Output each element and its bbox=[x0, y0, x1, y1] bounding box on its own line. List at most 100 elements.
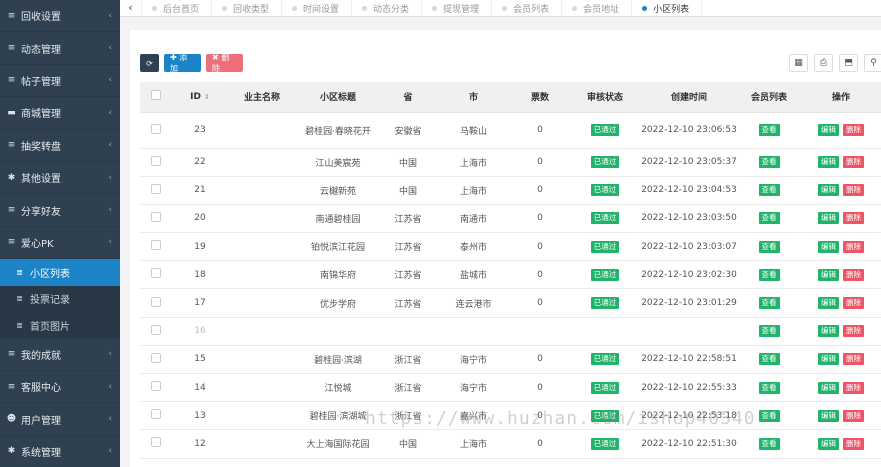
edit-button[interactable]: 编辑 bbox=[818, 409, 839, 422]
tab-item[interactable]: 提现管理 bbox=[422, 0, 493, 16]
tab-item[interactable]: 动态分类 bbox=[352, 0, 423, 16]
columns-icon[interactable]: ▦ bbox=[789, 54, 808, 72]
cell-status: 已通过 bbox=[569, 176, 641, 204]
view-members-button[interactable]: 查看 bbox=[758, 184, 780, 197]
view-members-button[interactable]: 查看 bbox=[758, 268, 780, 281]
row-checkbox[interactable] bbox=[151, 268, 161, 279]
edit-button[interactable]: 编辑 bbox=[818, 297, 839, 310]
view-members-button[interactable]: 查看 bbox=[758, 353, 780, 366]
column-header[interactable]: ID ⇕ bbox=[172, 82, 228, 113]
row-checkbox[interactable] bbox=[151, 155, 161, 166]
column-header-label: 市 bbox=[468, 93, 478, 104]
sidebar-item[interactable]: ≡ 回收设置 ‹ bbox=[0, 0, 120, 33]
delete-row-button[interactable]: 删除 bbox=[843, 212, 864, 225]
view-members-button[interactable]: 查看 bbox=[758, 437, 780, 450]
sidebar-item[interactable]: ☻ 用户管理 ‹ bbox=[0, 403, 120, 436]
delete-button[interactable]: ✖ 删除 bbox=[206, 53, 243, 73]
sidebar-item[interactable]: ≡ 帖子管理 ‹ bbox=[0, 65, 120, 98]
chevron-left-icon: ‹ bbox=[108, 237, 112, 248]
sidebar-item[interactable]: ✱ 其他设置 ‹ bbox=[0, 162, 120, 195]
row-checkbox[interactable] bbox=[151, 211, 161, 222]
edit-button[interactable]: 编辑 bbox=[818, 124, 839, 136]
row-checkbox[interactable] bbox=[151, 123, 161, 134]
tab-item[interactable]: 会员列表 bbox=[492, 0, 563, 16]
view-members-button[interactable]: 查看 bbox=[758, 240, 780, 253]
cell-votes: 0 bbox=[537, 354, 543, 365]
sidebar-item[interactable]: ≡ 动态管理 ‹ bbox=[0, 32, 120, 65]
delete-row-button[interactable]: 删除 bbox=[843, 437, 864, 450]
delete-row-button[interactable]: 删除 bbox=[843, 353, 864, 366]
view-members-button[interactable]: 查看 bbox=[758, 156, 780, 169]
row-checkbox[interactable] bbox=[151, 352, 161, 363]
sort-icon[interactable]: ⇕ bbox=[204, 93, 210, 101]
table-tools: ▦ ⎙ ⬒ ⚲ bbox=[789, 54, 881, 72]
view-members-button[interactable]: 查看 bbox=[758, 409, 780, 422]
sidebar-item[interactable]: ≡ 客服中心 ‹ bbox=[0, 371, 120, 404]
chevron-left-icon: ‹ bbox=[108, 43, 112, 54]
delete-row-button[interactable]: 删除 bbox=[843, 381, 864, 394]
column-header: 市 bbox=[436, 82, 511, 113]
row-checkbox[interactable] bbox=[151, 409, 161, 420]
tab-item[interactable]: 回收类型 bbox=[212, 0, 283, 16]
row-checkbox-cell bbox=[140, 261, 172, 289]
select-all-checkbox[interactable] bbox=[151, 90, 161, 101]
edit-button[interactable]: 编辑 bbox=[818, 437, 839, 450]
tab-item[interactable]: 后台首页 bbox=[142, 0, 213, 16]
cell-id: 20 bbox=[194, 213, 206, 224]
view-members-button[interactable]: 查看 bbox=[758, 124, 780, 136]
edit-button[interactable]: 编辑 bbox=[818, 325, 839, 338]
sidebar-subitem[interactable]: ≣ 首页图片 bbox=[0, 312, 120, 339]
sidebar-item[interactable]: ≡ 抽奖转盘 ‹ bbox=[0, 130, 120, 162]
edit-button[interactable]: 编辑 bbox=[818, 240, 839, 253]
edit-button[interactable]: 编辑 bbox=[818, 156, 839, 169]
delete-row-button[interactable]: 删除 bbox=[843, 409, 864, 422]
list-icon: ≣ bbox=[16, 294, 23, 304]
cell-id: 17 bbox=[194, 298, 206, 309]
delete-row-button[interactable]: 删除 bbox=[843, 156, 864, 169]
users-icon: ☻ bbox=[6, 414, 17, 425]
refresh-button[interactable]: ⟳ bbox=[140, 54, 159, 72]
row-checkbox[interactable] bbox=[151, 296, 161, 307]
row-checkbox[interactable] bbox=[151, 240, 161, 251]
edit-button[interactable]: 编辑 bbox=[818, 381, 839, 394]
cell-votes: 0 bbox=[537, 241, 543, 252]
cell-status: 已通过 bbox=[569, 430, 641, 458]
view-members-button[interactable]: 查看 bbox=[758, 325, 780, 338]
sidebar-item[interactable]: ≡ 我的成就 ‹ bbox=[0, 339, 120, 372]
row-checkbox[interactable] bbox=[151, 381, 161, 392]
delete-row-button[interactable]: 删除 bbox=[843, 297, 864, 310]
cell-province: 江苏省 bbox=[394, 243, 422, 254]
sidebar-item[interactable]: ✱ 系统管理 ‹ bbox=[0, 436, 120, 467]
print-icon[interactable]: ⎙ bbox=[814, 54, 833, 72]
tab-item[interactable]: 会员地址 bbox=[562, 0, 633, 16]
row-checkbox[interactable] bbox=[151, 324, 161, 335]
delete-row-button[interactable]: 删除 bbox=[843, 124, 864, 136]
sidebar-subitem[interactable]: ≣ 投票记录 bbox=[0, 285, 120, 313]
view-members-button[interactable]: 查看 bbox=[758, 381, 780, 394]
edit-button[interactable]: 编辑 bbox=[818, 268, 839, 281]
view-members-button[interactable]: 查看 bbox=[758, 297, 780, 310]
delete-row-button[interactable]: 删除 bbox=[843, 268, 864, 281]
tab-back-button[interactable]: ‹ bbox=[120, 0, 142, 16]
edit-button[interactable]: 编辑 bbox=[818, 212, 839, 225]
tab-item[interactable]: 小区列表 bbox=[632, 0, 703, 16]
edit-button[interactable]: 编辑 bbox=[818, 184, 839, 197]
delete-row-button[interactable]: 删除 bbox=[843, 240, 864, 253]
cell-actions: 编辑 删除 bbox=[801, 261, 881, 289]
sidebar-item[interactable]: ≡ 分享好友 ‹ bbox=[0, 194, 120, 227]
tab-item[interactable]: 时间设置 bbox=[282, 0, 353, 16]
delete-row-button[interactable]: 删除 bbox=[843, 184, 864, 197]
sidebar-subitem[interactable]: ≣ 小区列表 bbox=[0, 259, 120, 286]
delete-row-button[interactable]: 删除 bbox=[843, 325, 864, 338]
view-members-button[interactable]: 查看 bbox=[758, 212, 780, 225]
row-checkbox[interactable] bbox=[151, 183, 161, 194]
row-checkbox[interactable] bbox=[151, 437, 161, 448]
export-icon[interactable]: ⬒ bbox=[839, 54, 858, 72]
sidebar-item[interactable]: ≡ 爱心PK ‹ bbox=[0, 227, 120, 260]
add-button[interactable]: ✚ 添加 bbox=[164, 53, 201, 73]
cell-owner bbox=[228, 204, 296, 232]
tab-dot-icon bbox=[222, 5, 228, 11]
edit-button[interactable]: 编辑 bbox=[818, 353, 839, 366]
sidebar-item[interactable]: ▬ 商城管理 ‹ bbox=[0, 97, 120, 130]
search-icon[interactable]: ⚲ bbox=[864, 54, 881, 72]
